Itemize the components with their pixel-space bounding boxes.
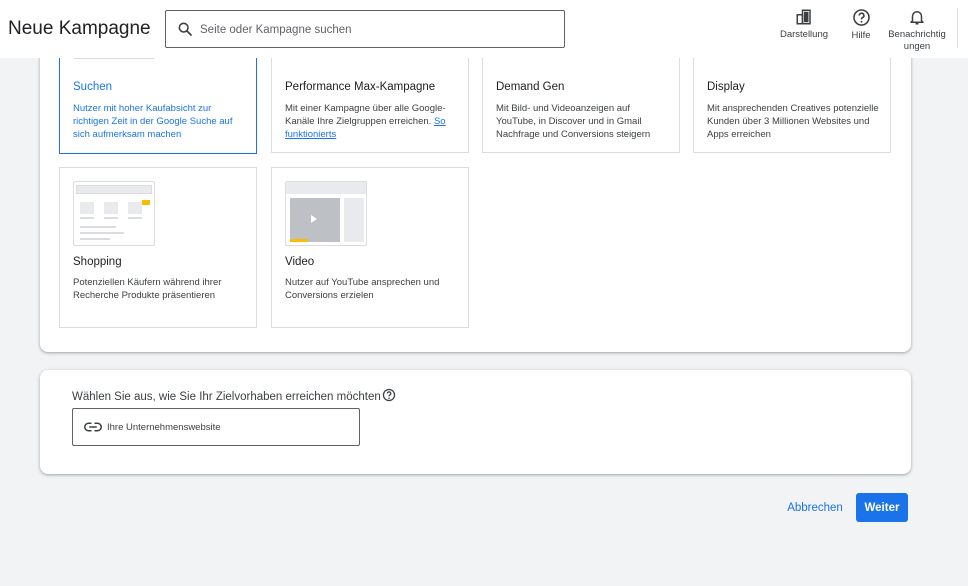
- campaign-card-desc: Nutzer auf YouTube ansprechen und Conver…: [285, 277, 440, 301]
- notifications-button[interactable]: Benachrichtigungen: [886, 8, 948, 53]
- bell-icon: [910, 11, 924, 25]
- play-icon: [311, 215, 317, 223]
- campaign-card-title: Display: [707, 81, 745, 93]
- help-icon: [852, 9, 870, 26]
- link-icon: [84, 422, 102, 432]
- search-input[interactable]: [200, 20, 550, 40]
- shopping-thumbnail: [73, 181, 155, 246]
- campaign-card-title: Suchen: [73, 81, 113, 93]
- appearance-icon: [796, 9, 811, 25]
- top-header: Neue Kampagne Darstellung Hilfe Benachri…: [0, 0, 968, 58]
- help-icon[interactable]: [382, 388, 396, 402]
- help-label: Hilfe: [851, 30, 871, 41]
- campaign-card-shopping[interactable]: Shopping Potenziellen Käufern während ih…: [59, 167, 257, 328]
- campaign-card-desc: Mit einer Kampagne über alle Google-Kanä…: [285, 103, 446, 140]
- campaign-card-title: Performance Max-Kampagne: [285, 81, 436, 93]
- campaign-card-desc: Mit Bild- und Videoanzeigen auf YouTube,…: [496, 103, 651, 140]
- header-divider: [957, 8, 958, 48]
- campaign-card-title: Demand Gen: [496, 81, 565, 93]
- campaign-card-video[interactable]: Video Nutzer auf YouTube ansprechen und …: [271, 167, 469, 328]
- appearance-button[interactable]: Darstellung: [772, 8, 836, 41]
- campaign-type-panel: Suchen Nutzer mit hoher Kaufabsicht zur …: [40, 0, 911, 352]
- goal-panel: Wählen Sie aus, wie Sie Ihr Zielvorhaben…: [40, 370, 911, 474]
- notifications-label: Benachrichtigungen: [888, 29, 946, 52]
- video-thumbnail: [285, 181, 367, 246]
- appearance-label: Darstellung: [779, 29, 829, 40]
- business-website-option[interactable]: Ihre Unternehmenswebsite: [72, 408, 360, 446]
- next-button[interactable]: Weiter: [856, 493, 908, 522]
- search-box[interactable]: [165, 10, 565, 48]
- campaign-card-desc: Mit ansprechenden Creatives potenzielle …: [707, 103, 879, 140]
- campaign-card-desc: Nutzer mit hoher Kaufabsicht zur richtig…: [73, 103, 233, 140]
- page-title: Neue Kampagne: [8, 18, 151, 39]
- cancel-button[interactable]: Abbrechen: [780, 494, 850, 522]
- goal-label: Wählen Sie aus, wie Sie Ihr Zielvorhaben…: [72, 391, 381, 403]
- business-website-label: Ihre Unternehmenswebsite: [107, 422, 221, 433]
- search-icon: [178, 22, 192, 36]
- campaign-card-desc: Potenziellen Käufern während ihrer Reche…: [73, 277, 222, 301]
- help-button[interactable]: Hilfe: [842, 8, 880, 42]
- campaign-card-title: Shopping: [73, 256, 122, 268]
- campaign-card-title: Video: [285, 256, 315, 268]
